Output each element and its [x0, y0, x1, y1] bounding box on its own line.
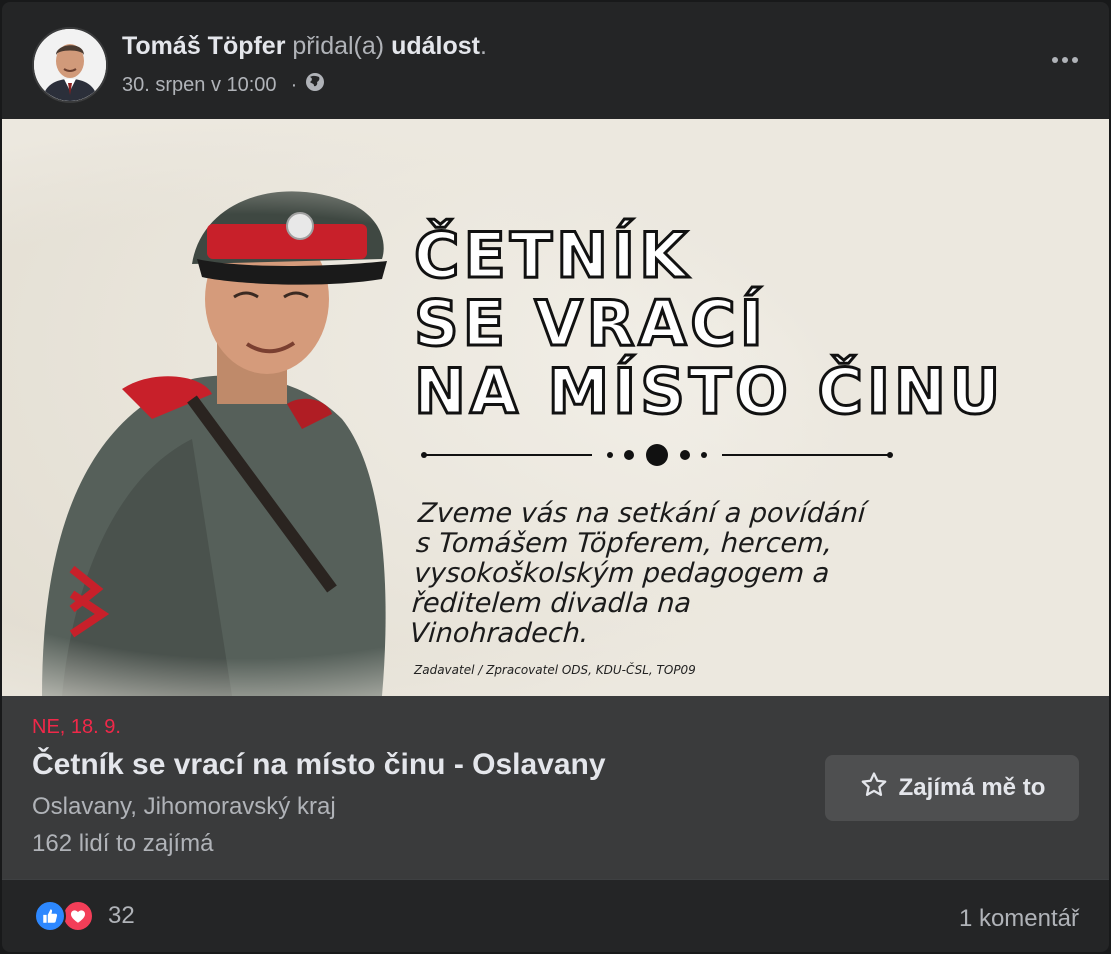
post-meta: 30. srpen v 10:00 · [122, 72, 325, 98]
post-header: Tomáš Töpfer přidal(a) událost. 30. srpe… [2, 2, 1109, 119]
author-name[interactable]: Tomáš Töpfer [122, 32, 285, 60]
event-date: NE, 18. 9. [32, 716, 121, 738]
event-details-panel: NE, 18. 9. Četník se vrací na místo činu… [2, 696, 1109, 879]
cover-headline-line-3: NA MÍSTO ČINU [412, 354, 1005, 430]
event-title[interactable]: Četník se vrací na místo činu - Oslavany [32, 748, 606, 782]
event-interest-count: 162 lidí to zajímá [32, 830, 214, 857]
post-author-line: Tomáš Töpfer přidal(a) událost. [122, 32, 487, 61]
cover-invitation: Zveme vás na setkání a povídání s Tomáše… [408, 498, 879, 649]
comment-count[interactable]: 1 komentář [959, 905, 1079, 933]
meta-separator: · [290, 73, 298, 96]
event-location: Oslavany, Jihomoravský kraj [32, 793, 336, 820]
invite-line: s Tomášem Töpferem, hercem, [415, 528, 834, 559]
star-icon [859, 770, 889, 807]
invite-line: Zveme vás na setkání a povídání [417, 498, 867, 529]
event-link[interactable]: událost [391, 32, 480, 60]
globe-icon[interactable] [305, 72, 325, 98]
interested-button-label: Zajímá mě to [898, 774, 1046, 801]
love-icon [62, 900, 94, 932]
event-post-card: Tomáš Töpfer přidal(a) událost. 30. srpe… [2, 2, 1109, 952]
like-icon [34, 900, 66, 932]
event-cover-image[interactable]: ČETNÍK SE VRACÍ NA MÍSTO ČINU Zveme vás … [2, 119, 1109, 696]
post-timestamp[interactable]: 30. srpen v 10:00 [122, 74, 277, 97]
more-options-icon[interactable] [1043, 42, 1087, 78]
period: . [479, 32, 487, 60]
action-text: přidal(a) [292, 32, 385, 60]
author-portrait [34, 29, 106, 101]
cover-headline-line-1: ČETNÍK [412, 218, 692, 294]
author-avatar[interactable] [32, 27, 108, 103]
interested-button[interactable]: Zajímá mě to [825, 755, 1079, 821]
invite-line: ředitelem divadla na Vinohradech. [408, 588, 693, 649]
reactions-summary[interactable]: 32 [34, 900, 135, 932]
cover-sponsor-note: Zadavatel / Zpracovatel ODS, KDU-ČSL, TO… [414, 663, 696, 677]
cover-headline-line-2: SE VRACÍ [413, 286, 767, 362]
post-footer: 32 1 komentář [2, 879, 1109, 952]
reaction-count: 32 [108, 902, 135, 929]
invite-line: vysokoškolským pedagogem a [412, 558, 831, 589]
